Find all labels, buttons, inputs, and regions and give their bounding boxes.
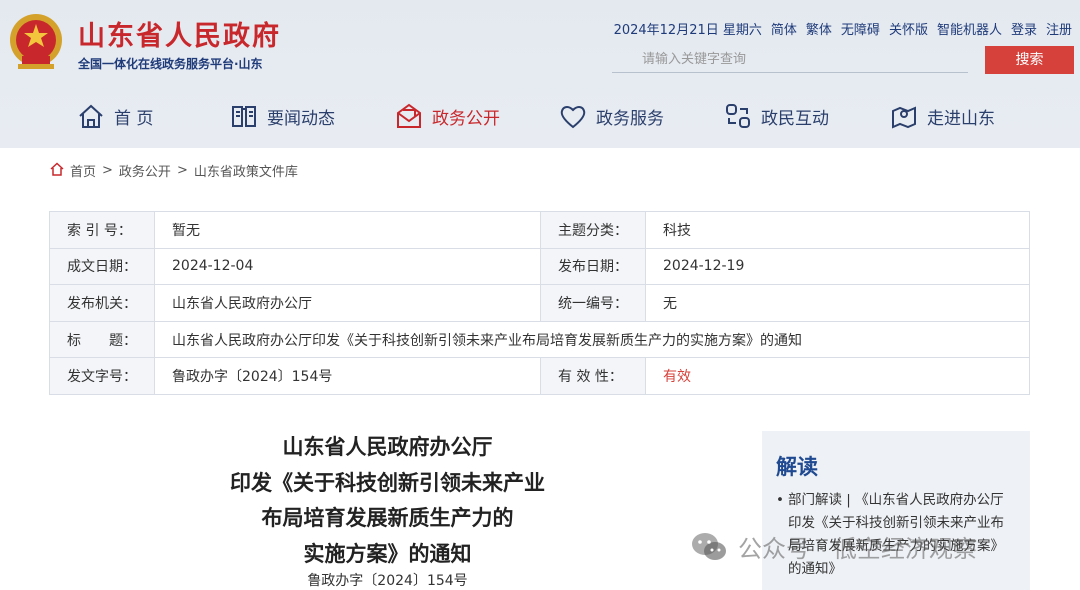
nav-label: 政务公开: [432, 108, 500, 129]
meta-label: 发布日期：: [540, 247, 646, 286]
table-row: 成文日期： 2024-12-04 发布日期： 2024-12-19: [49, 247, 1030, 286]
meta-label: 统一编号：: [540, 284, 646, 322]
nav-label: 要闻动态: [267, 108, 335, 129]
national-emblem-icon: [10, 14, 62, 69]
nav-label: 政务服务: [596, 108, 664, 129]
site-subtitle: 全国一体化在线政务服务平台·山东: [78, 57, 263, 71]
simplified-link[interactable]: 简体: [771, 19, 797, 38]
table-row: 标 题： 山东省人民政府办公厅印发《关于科技创新引领未来产业布局培育发展新质生产…: [49, 320, 1030, 359]
meta-value: 鲁政办字〔2024〕154号: [154, 357, 541, 395]
accessibility-link[interactable]: 无障碍: [841, 19, 880, 38]
nav-label: 政民互动: [761, 108, 829, 129]
meta-value: 科技: [645, 211, 1030, 249]
current-date: 2024年12月21日 星期六: [613, 23, 762, 38]
interpretation-title: 解读: [776, 455, 818, 479]
nav-item-interaction[interactable]: 政民互动: [723, 95, 829, 137]
robot-link[interactable]: 智能机器人: [937, 19, 1002, 38]
document-meta-table: 索 引 号： 暂无 主题分类： 科技 成文日期： 2024-12-04 发布日期…: [49, 211, 1030, 395]
meta-label: 主题分类：: [540, 211, 646, 249]
news-icon: [232, 106, 256, 127]
breadcrumb-separator: >: [176, 163, 188, 178]
watermark-text: 公众号 · 低空经济观察: [738, 535, 977, 563]
site-title[interactable]: 山东省人民政府: [78, 14, 281, 53]
document-title-line: 印发《关于科技创新引领未来产业: [230, 470, 545, 495]
home-icon: [79, 104, 103, 128]
nav-label: 走进山东: [927, 108, 995, 129]
register-link[interactable]: 注册: [1046, 19, 1072, 38]
breadcrumb-policy-library[interactable]: 山东省政策文件库: [194, 161, 298, 180]
main-nav: 首 页 要闻动态 政务公开 政务服务 政民互动 走进山东: [0, 95, 1080, 141]
breadcrumb-open-government[interactable]: 政务公开: [119, 161, 171, 180]
document-title-line: 山东省人民政府办公厅: [282, 435, 493, 459]
meta-label: 标 题：: [49, 320, 155, 359]
meta-label: 发文字号：: [49, 357, 155, 395]
home-icon[interactable]: [50, 161, 64, 180]
meta-label: 发布机关：: [49, 284, 155, 322]
document-title-line: 布局培育发展新质生产力的: [261, 506, 514, 530]
validity-status: 有效: [645, 357, 1030, 395]
search-button[interactable]: 搜索: [985, 46, 1074, 74]
care-mode-link[interactable]: 关怀版: [889, 19, 928, 38]
login-link[interactable]: 登录: [1011, 19, 1037, 38]
nav-item-news[interactable]: 要闻动态: [229, 95, 335, 137]
traditional-link[interactable]: 繁体: [806, 19, 832, 38]
breadcrumb-home[interactable]: 首页: [70, 161, 96, 180]
mail-icon: [397, 103, 421, 128]
document-number: 鲁政办字〔2024〕154号: [307, 573, 468, 589]
meta-value: 暂无: [154, 211, 541, 249]
watermark: 公众号 · 低空经济观察: [690, 529, 977, 564]
interaction-icon: [726, 104, 750, 128]
table-row: 发文字号： 鲁政办字〔2024〕154号 有 效 性： 有效: [49, 357, 1030, 395]
nav-item-home[interactable]: 首 页: [76, 95, 153, 137]
meta-value: 山东省人民政府办公厅印发《关于科技创新引领未来产业布局培育发展新质生产力的实施方…: [154, 320, 1030, 359]
topbar: 2024年12月21日 星期六 简体 繁体 无障碍 关怀版 智能机器人 登录 注…: [614, 19, 1072, 38]
meta-label: 有 效 性：: [540, 357, 646, 395]
heart-icon: [560, 106, 586, 129]
meta-label: 索 引 号：: [49, 211, 155, 249]
site-header: 山东省人民政府 全国一体化在线政务服务平台·山东 2024年12月21日 星期六…: [0, 0, 1080, 148]
meta-value: 无: [645, 284, 1030, 322]
table-row: 索 引 号： 暂无 主题分类： 科技: [49, 211, 1030, 249]
nav-item-services[interactable]: 政务服务: [558, 95, 664, 137]
document-title-line: 实施方案》的通知: [303, 541, 472, 566]
interpretation-panel: 解读 部门解读 | 《山东省人民政府办公厅印发《关于科技创新引领未来产业布局培育…: [762, 431, 1030, 590]
meta-label: 成文日期：: [49, 247, 155, 286]
nav-item-open-government[interactable]: 政务公开: [394, 95, 500, 137]
meta-value: 2024-12-04: [154, 247, 541, 286]
document-title: 山东省人民政府办公厅 印发《关于科技创新引领未来产业 布局培育发展新质生产力的 …: [200, 430, 575, 572]
breadcrumb-separator: >: [102, 163, 113, 178]
wechat-icon: [692, 532, 726, 560]
search-input[interactable]: [612, 47, 968, 73]
breadcrumb: 首页 > 政务公开 > 山东省政策文件库: [50, 161, 298, 180]
table-row: 发布机关： 山东省人民政府办公厅 统一编号： 无: [49, 284, 1030, 322]
nav-label: 首 页: [114, 108, 154, 129]
nav-item-about-shandong[interactable]: 走进山东: [889, 95, 995, 137]
meta-value: 2024-12-19: [645, 247, 1030, 286]
meta-value: 山东省人民政府办公厅: [154, 284, 541, 322]
location-icon: [892, 106, 916, 129]
